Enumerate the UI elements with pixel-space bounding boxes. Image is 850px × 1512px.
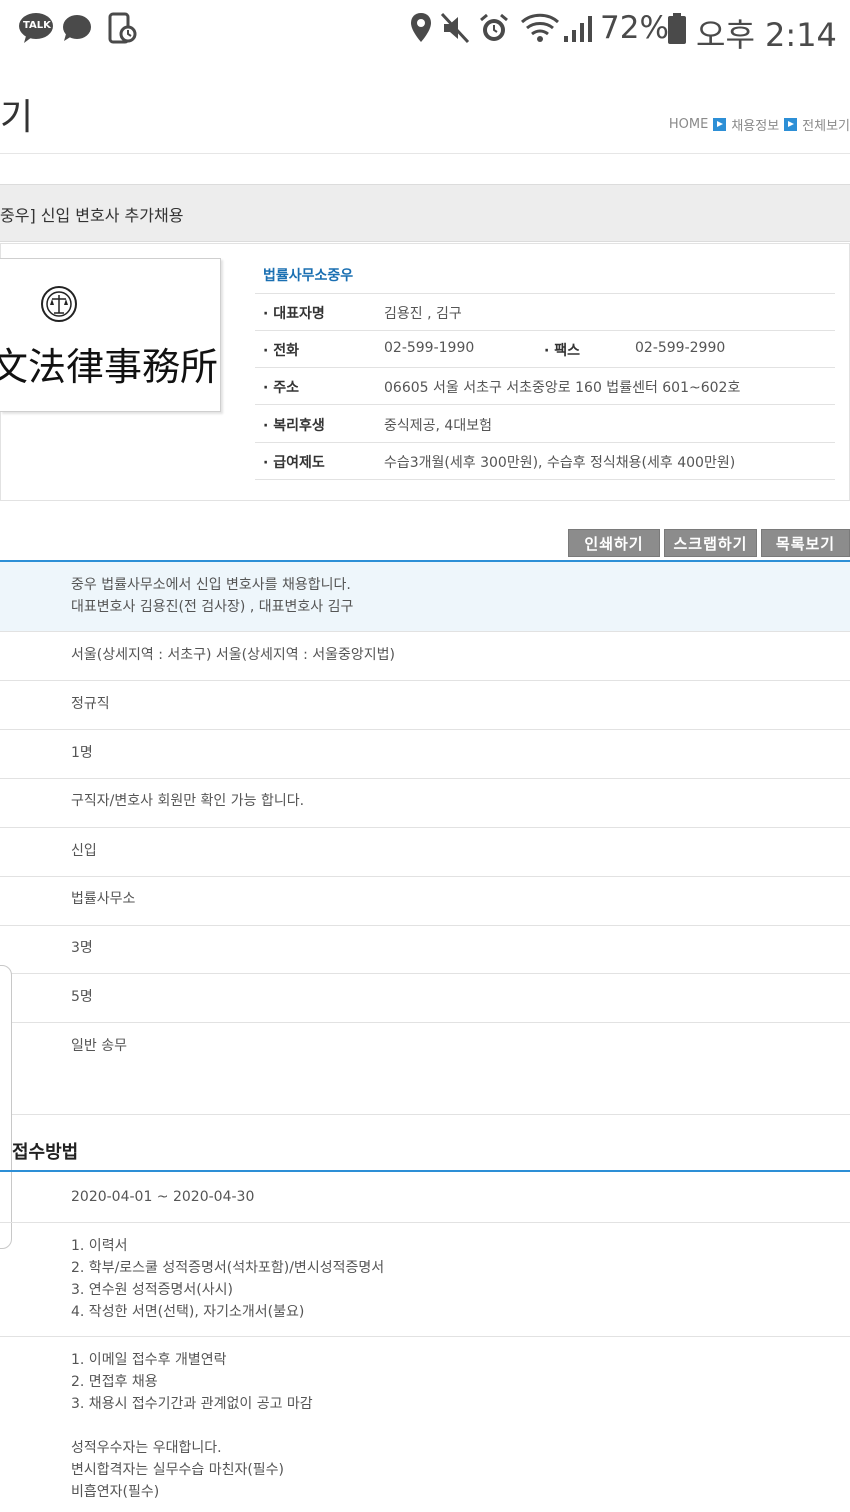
breadcrumb-arrow-icon	[713, 118, 727, 131]
chat-bubble-icon	[62, 14, 92, 46]
work-value: 일반 송무	[71, 1038, 127, 1054]
clock: 오후 2:14	[696, 16, 837, 54]
address-label: · 주소	[263, 380, 299, 396]
salary-label: · 급여제도	[263, 455, 325, 471]
intro-line-1: 중우 법률사무소에서 신입 변호사를 채용합니다.	[71, 577, 351, 593]
title-divider	[0, 153, 850, 154]
phone-value: 02-599-1990	[384, 340, 475, 356]
application-section-title: 접수방법	[12, 1142, 79, 1163]
talk-badge: TALK	[23, 20, 51, 31]
info-divider	[255, 367, 835, 368]
screen-time-icon	[108, 12, 138, 48]
battery-icon	[666, 12, 688, 50]
location-value: 서울(상세지역 : 서초구) 서울(상세지역 : 서울중앙지법)	[71, 647, 396, 663]
row-divider	[0, 778, 850, 779]
wifi-icon	[520, 12, 560, 48]
employment-type-value: 정규직	[71, 696, 110, 712]
location-icon	[410, 12, 432, 48]
process-item: 1. 이메일 접수후 개별연락	[71, 1352, 227, 1368]
row-divider	[0, 631, 850, 632]
intro-line-2: 대표변호사 김용진(전 검사장) , 대표변호사 김구	[71, 599, 354, 615]
row-divider	[0, 827, 850, 828]
alarm-icon	[478, 12, 510, 48]
row-divider	[0, 1336, 850, 1337]
salary-notice: 구직자/변호사 회원만 확인 가능 합니다.	[71, 793, 305, 809]
row-divider	[0, 876, 850, 877]
fax-label: · 팩스	[544, 343, 580, 359]
company-name[interactable]: 법률사무소중우	[263, 265, 353, 285]
row-divider	[0, 925, 850, 926]
signal-icon	[562, 14, 596, 48]
status-bar: TALK 72% 오후 2:14	[0, 0, 850, 62]
row-divider	[0, 1222, 850, 1223]
breadcrumb: HOME 채용정보 전체보기	[669, 115, 850, 134]
info-divider	[255, 330, 835, 331]
job-title: 중우] 신입 변호사 추가채용	[0, 206, 184, 225]
application-period: 2020-04-01 ~ 2020-04-30	[71, 1189, 255, 1205]
benefits-value: 중식제공, 4대보험	[384, 418, 492, 434]
lawyers-value: 3명	[71, 940, 93, 956]
row-divider	[0, 1114, 850, 1115]
breadcrumb-all[interactable]: 전체보기	[802, 115, 850, 134]
document-item: 2. 학부/로스쿨 성적증명서(석차포함)/변시성적증명서	[71, 1260, 385, 1276]
page-title: 기	[0, 97, 34, 138]
breadcrumb-arrow-icon	[784, 118, 798, 131]
info-divider	[255, 404, 835, 405]
staff-value: 5명	[71, 989, 93, 1005]
phone-label: · 전화	[263, 343, 299, 359]
headcount-value: 1명	[71, 745, 93, 761]
note-item: 비흡연자(필수)	[71, 1484, 160, 1500]
address-value: 06605 서울 서초구 서초중앙로 160 법률센터 601~602호	[384, 380, 741, 396]
benefits-label: · 복리후생	[263, 418, 325, 434]
row-divider	[0, 680, 850, 681]
process-item: 2. 면접후 채용	[71, 1374, 158, 1390]
info-divider	[255, 442, 835, 443]
document-item: 1. 이력서	[71, 1238, 128, 1254]
company-logo-text: 文法律事務所	[0, 345, 219, 389]
process-item: 3. 채용시 접수기간과 관계없이 공고 마감	[71, 1396, 313, 1412]
scrap-button[interactable]: 스크랩하기	[664, 529, 757, 557]
note-item: 변시합격자는 실무수습 마친자(필수)	[71, 1462, 285, 1478]
application-top-border	[0, 1170, 850, 1172]
battery-percent: 72%	[600, 10, 669, 46]
document-item: 3. 연수원 성적증명서(사시)	[71, 1282, 233, 1298]
law-seal-icon	[40, 285, 78, 323]
document-item: 4. 작성한 서면(선택), 자기소개서(불요)	[71, 1304, 305, 1320]
career-value: 신입	[71, 843, 97, 859]
kakaotalk-icon: TALK	[18, 12, 56, 44]
breadcrumb-jobs[interactable]: 채용정보	[731, 115, 779, 134]
side-scroll-tab[interactable]	[0, 965, 12, 1249]
mute-icon	[440, 12, 472, 48]
info-divider	[255, 293, 835, 294]
salary-value: 수습3개월(세후 300만원), 수습후 정식채용(세후 400만원)	[384, 455, 736, 471]
row-divider	[0, 973, 850, 974]
row-divider	[0, 1022, 850, 1023]
note-item: 성적우수자는 우대합니다.	[71, 1440, 222, 1456]
info-divider	[255, 479, 835, 480]
list-button[interactable]: 목록보기	[761, 529, 850, 557]
row-divider	[0, 729, 850, 730]
print-button[interactable]: 인쇄하기	[568, 529, 660, 557]
company-type-value: 법률사무소	[71, 891, 136, 907]
fax-value: 02-599-2990	[635, 340, 726, 356]
breadcrumb-home[interactable]: HOME	[669, 117, 708, 132]
rep-label: · 대표자명	[263, 306, 325, 322]
rep-value: 김용진 , 김구	[384, 306, 462, 322]
